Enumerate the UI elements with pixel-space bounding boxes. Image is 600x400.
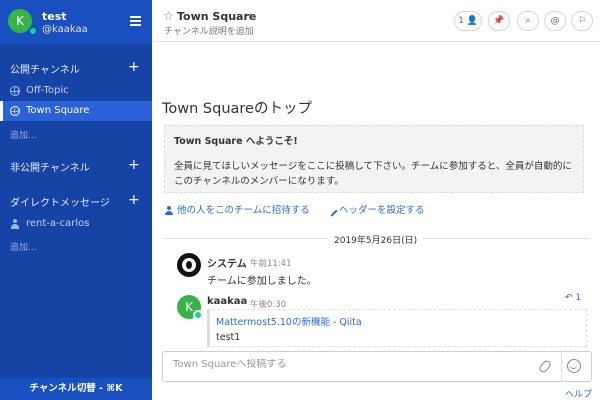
reply-count: 1	[575, 293, 582, 303]
message-composer	[162, 351, 592, 382]
member-count-button[interactable]: 1 👤	[454, 11, 482, 31]
chevron-down-icon[interactable]: ⌄	[244, 8, 252, 19]
sidebar-item-rent-a-carlos[interactable]: rent-a-carlos	[0, 214, 152, 234]
help-link[interactable]: ヘルプ	[565, 387, 592, 400]
post-message: チームに参加しました。	[207, 276, 317, 287]
reply-icon: ↶	[565, 293, 573, 303]
post-username[interactable]: システム	[207, 255, 247, 270]
channel-header: ☆ Town Square ⌄ チャンネル説明を追加 1 👤 📌 ⌕ @ ⚐	[152, 0, 600, 42]
hamburger-menu-icon[interactable]	[130, 16, 141, 26]
search-button[interactable]: ⌕	[517, 11, 539, 31]
flagged-button[interactable]: ⚐	[571, 11, 593, 31]
sidebar-item-label: rent-a-carlos	[26, 218, 90, 229]
team-header[interactable]: K test @kaakaa	[0, 0, 152, 44]
at-icon: @	[550, 16, 560, 26]
main-content: ☆ Town Square ⌄ チャンネル説明を追加 1 👤 📌 ⌕ @ ⚐ T…	[152, 0, 600, 400]
mentions-button[interactable]: @	[544, 11, 566, 31]
public-channels-title: 公開チャンネル	[10, 65, 80, 76]
sidebar-item-town-square[interactable]: Town Square	[0, 101, 152, 121]
emoji-icon[interactable]	[567, 359, 581, 373]
sidebar-item-off-topic[interactable]: Off-Topic	[0, 81, 152, 101]
channel-intro-box: Town Square へようこそ! 全員に見てほしいメッセージをここに投稿して…	[164, 125, 584, 193]
add-private-channel-button[interactable]: +	[128, 158, 140, 172]
system-avatar	[177, 253, 201, 277]
add-public-channel-button[interactable]: +	[128, 60, 140, 74]
search-icon: ⌕	[525, 16, 531, 26]
sidebar-item-label: Off-Topic	[26, 85, 69, 96]
member-count: 1	[458, 16, 464, 26]
flag-icon: ⚐	[577, 16, 587, 26]
sidebar: K test @kaakaa 公開チャンネル + Off-Topic Town …	[0, 0, 152, 400]
post-message: test1	[216, 332, 241, 343]
add-user-icon	[164, 205, 175, 216]
sidebar-item-label: Town Square	[26, 105, 90, 116]
add-direct-message-button[interactable]: +	[128, 193, 140, 207]
online-status-icon	[193, 310, 203, 320]
paperclip-icon[interactable]	[537, 358, 553, 375]
channel-intro-title: Town Squareのトップ	[162, 101, 312, 117]
composer-divider	[561, 352, 562, 381]
globe-icon	[10, 106, 20, 116]
invite-link[interactable]: 他の人をこのチームに招待する	[164, 202, 310, 216]
more-public-channels-link[interactable]: 追加...	[10, 128, 37, 141]
intro-welcome: Town Square へようこそ!	[174, 136, 298, 147]
pinned-button[interactable]: 📌	[488, 11, 510, 31]
message-input[interactable]	[173, 359, 533, 370]
message-attachment: Mattermost5.10の新機能 - Qiita test1	[207, 309, 587, 347]
channel-switcher-button[interactable]: チャンネル切替 - ⌘K	[0, 378, 152, 400]
star-icon[interactable]: ☆	[163, 10, 174, 22]
online-status-icon	[28, 26, 38, 36]
invite-link-label: 他の人をこのチームに招待する	[177, 205, 310, 216]
private-channels-title: 非公開チャンネル	[10, 163, 90, 174]
direct-messages-title: ダイレクトメッセージ	[10, 198, 110, 209]
set-header-label: ヘッダーを設定する	[339, 205, 425, 216]
set-header-link[interactable]: ヘッダーを設定する	[326, 202, 425, 217]
channel-purpose[interactable]: チャンネル説明を追加	[164, 24, 254, 37]
pencil-icon	[326, 204, 338, 217]
date-separator: 2019年5月26日(日)	[328, 233, 424, 246]
pin-icon: 📌	[493, 16, 505, 26]
attachment-link[interactable]: Mattermost5.10の新機能 - Qiita	[216, 314, 362, 328]
reply-count-button[interactable]: ↶ 1	[565, 293, 581, 303]
username: @kaakaa	[42, 24, 88, 35]
user-icon	[10, 219, 20, 229]
member-icon: 👤	[466, 16, 478, 26]
intro-body: 全員に見てほしいメッセージをここに投稿して下さい。チームに参加すると、全員が自動…	[174, 161, 572, 187]
post-username[interactable]: kaakaa	[207, 296, 247, 307]
post-time[interactable]: 午前11:41	[250, 257, 292, 269]
more-direct-messages-link[interactable]: 追加...	[10, 240, 37, 253]
team-name[interactable]: test	[42, 10, 67, 23]
globe-icon	[10, 86, 20, 96]
